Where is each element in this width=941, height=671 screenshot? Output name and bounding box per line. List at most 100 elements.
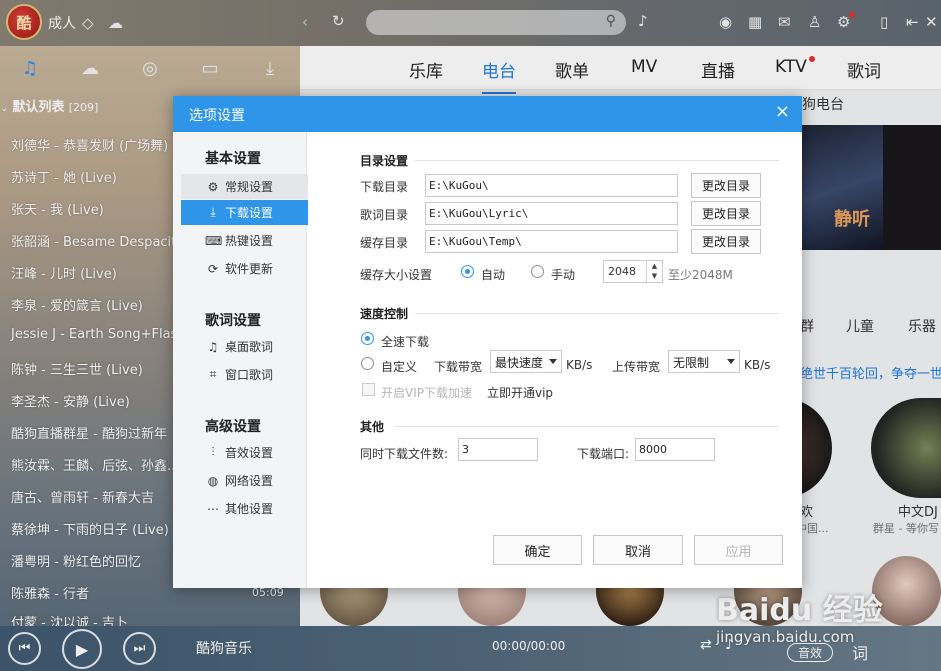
download-bandwidth-select[interactable]: 最快速度 [490,350,562,373]
tab-cloud[interactable]: ☁ [60,46,120,90]
list-item[interactable]: 陈雅森 - 行者 [11,583,89,602]
concurrent-downloads-field[interactable]: 3 [458,438,538,461]
radio-poster[interactable]: 静听 [802,125,883,250]
sidebar-item-label: 桌面歌词 [225,340,274,354]
cache-manual-label[interactable]: 手动 [551,266,575,283]
close-app-icon[interactable]: ✕ [925,14,938,30]
sidebar-item-update[interactable]: ⟳ 软件更新 [181,256,308,281]
download-dir-field[interactable]: E:\KuGou\ [425,174,678,197]
sidebar-item-window-lyrics[interactable]: ⌗ 窗口歌词 [181,362,308,387]
list-item[interactable]: 陈钟 - 三生三世 (Live) [11,359,143,378]
top-bar: 酷 成人 ◇ ☁ ‹ ↻ ⚲ ♪ ◉ ▦ ✉ ♙ ⚙ ▯ ⇤ ✕ [0,0,941,46]
lyric-dir-field[interactable]: E:\KuGou\Lyric\ [425,202,678,225]
loop-icon[interactable]: ⇄ [700,637,712,653]
tab-lyrics[interactable]: 歌词 [847,57,881,82]
list-item[interactable]: 张韶涵 - Besame Despacito [11,231,184,250]
custom-speed-label[interactable]: 自定义 [381,358,417,375]
cloud-sync-icon[interactable]: ☁ [108,15,123,31]
list-item[interactable]: 刘德华 - 恭喜发财 (广场舞) [11,135,168,154]
microphone-icon[interactable]: ♪ [638,13,648,29]
tab-library[interactable]: 乐库 [409,57,443,82]
category-tab[interactable]: 乐器 [908,316,936,336]
apply-button[interactable]: 应用 [694,535,783,565]
vip-open-link[interactable]: 立即开通vip [487,384,553,401]
change-cache-dir-button[interactable]: 更改目录 [691,229,761,254]
download-port-field[interactable]: 8000 [635,438,715,461]
play-button[interactable]: ▶ [62,629,102,669]
list-item[interactable]: 汪峰 - 儿时 (Live) [11,263,117,282]
cache-auto-label[interactable]: 自动 [481,266,505,283]
list-item[interactable]: 酷狗直播群星 - 酷狗过新年 [11,423,167,442]
window-lyric-icon: ⌗ [209,367,217,381]
cache-size-stepper[interactable]: 2048 ▲ ▼ [603,260,663,283]
sidebar-item-other[interactable]: ⋯ 其他设置 [181,496,308,521]
radio-item-subtitle: 群星 - 等你写 [873,522,939,535]
previous-button[interactable]: ⏮ [8,632,41,665]
record-icon[interactable]: ◉ [719,14,732,30]
tab-local-music[interactable]: ♫ [0,46,60,90]
change-download-dir-button[interactable]: 更改目录 [691,173,761,198]
upload-bandwidth-select[interactable]: 无限制 [668,350,740,373]
sidebar-item-download[interactable]: ⤓ 下载设置 [181,200,308,225]
list-item[interactable]: 熊汝霖、王麟、后弦、孙鑫... [11,455,179,474]
stepper-arrows-icon[interactable]: ▲ ▼ [646,261,662,282]
refresh-icon[interactable]: ↻ [332,13,345,29]
apps-grid-icon[interactable]: ▦ [748,14,762,30]
sidebar-item-label: 其他设置 [225,502,274,516]
sidebar-item-sound[interactable]: ⫶ 音效设置 [181,440,308,465]
radio-disc[interactable] [871,398,941,498]
full-speed-label[interactable]: 全速下载 [381,333,429,350]
custom-speed-radio[interactable] [361,357,374,370]
sidebar-item-general[interactable]: ⚙ 常规设置 [181,174,308,199]
category-tab[interactable]: 儿童 [846,316,874,336]
mail-icon[interactable]: ✉ [778,14,791,30]
sidebar-item-network[interactable]: ◍ 网络设置 [181,468,308,493]
change-lyric-dir-button[interactable]: 更改目录 [691,201,761,226]
category-tab[interactable]: 群 [800,316,814,336]
tab-playlists[interactable]: 歌单 [555,57,589,82]
radio-item-title[interactable]: 中文DJ [898,501,938,520]
tab-device[interactable]: ▭ [180,46,240,90]
vip-diamond-icon[interactable]: ◇ [82,15,94,31]
list-item[interactable]: 蔡徐坤 - 下雨的日子 (Live) [11,519,169,538]
tab-radio[interactable]: ◎ [120,46,180,90]
tab-download[interactable]: ⤓ [240,46,300,90]
vip-accel-checkbox[interactable] [362,383,375,396]
minimize-icon[interactable]: ⇤ [906,14,919,30]
tab-radio-station[interactable]: 电台 [482,57,516,94]
cache-manual-radio[interactable] [531,265,544,278]
skin-shirt-icon[interactable]: ♙ [808,14,821,30]
tab-live[interactable]: 直播 [701,57,735,82]
list-item[interactable]: 李圣杰 - 安静 (Live) [11,391,130,410]
banner-link[interactable]: 绝世千百轮回，争夺一世 [800,363,941,382]
next-button[interactable]: ⏭ [123,632,156,665]
mini-mode-icon[interactable]: ▯ [880,14,888,30]
playlist-header[interactable]: ⌄ 默认列表 [209] [0,96,98,115]
search-input[interactable]: ⚲ [366,10,626,35]
ok-button[interactable]: 确定 [493,535,582,565]
username[interactable]: 成人 [48,13,76,33]
list-item[interactable]: Jessie J - Earth Song+Flash [11,327,186,342]
section-basic: 基本设置 [205,151,261,167]
list-item[interactable]: 苏诗丁 - 她 (Live) [11,167,117,186]
options-dialog: 选项设置 × 基本设置 ⚙ 常规设置 ⤓ 下载设置 ⌨ 热键设置 ⟳ 软件更新 歌词设置… [173,96,802,588]
sidebar-item-desktop-lyrics[interactable]: ♫ 桌面歌词 [181,334,308,359]
sidebar-item-label: 窗口歌词 [225,368,274,382]
list-item[interactable]: 潘粤明 - 粉红色的回忆 [11,551,141,570]
sidebar-item-hotkeys[interactable]: ⌨ 热键设置 [181,228,308,253]
cancel-button[interactable]: 取消 [593,535,683,565]
list-item[interactable]: 张天 - 我 (Live) [11,199,104,218]
back-arrow-icon[interactable]: ‹ [302,14,308,30]
tab-mv[interactable]: MV [631,57,657,77]
list-item[interactable]: 李泉 - 爱的箴言 (Live) [11,295,143,314]
cache-auto-radio[interactable] [461,265,474,278]
app-logo[interactable]: 酷 [6,4,42,40]
sidebar-item-label: 常规设置 [225,180,274,194]
full-speed-radio[interactable] [361,332,374,345]
download-port-label: 下载端口: [577,447,630,461]
cache-dir-field[interactable]: E:\KuGou\Temp\ [425,230,678,253]
search-icon[interactable]: ⚲ [606,13,616,29]
list-item[interactable]: 唐古、曾雨轩 - 新春大吉 [11,487,154,506]
tab-ktv[interactable]: KTV [775,57,807,77]
close-icon[interactable]: × [775,102,790,122]
